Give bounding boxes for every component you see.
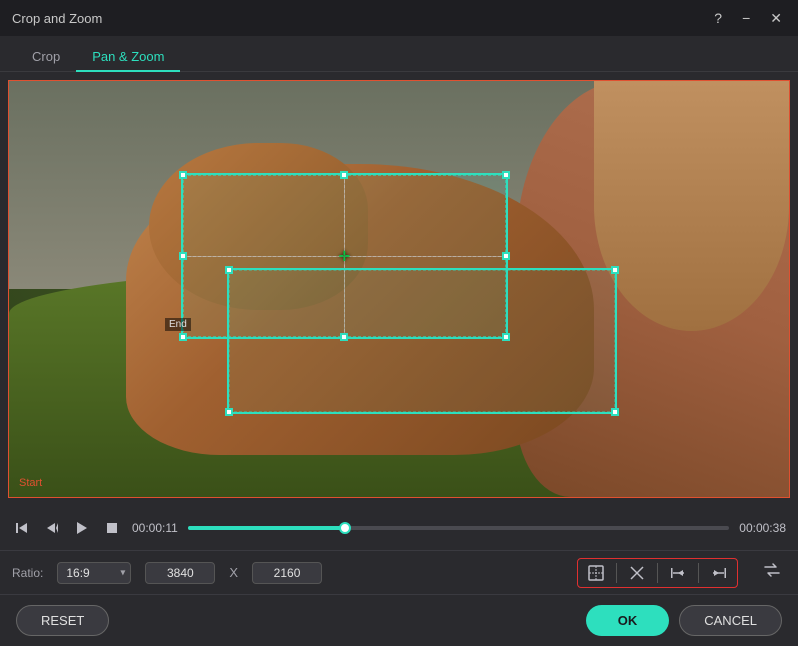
ratio-select[interactable]: 16:9 4:3 1:1 9:16 Custom [57, 562, 131, 584]
step-back-button[interactable] [42, 518, 62, 538]
btn-separator-1 [616, 563, 617, 583]
btn-separator-2 [657, 563, 658, 583]
stop-button[interactable] [102, 518, 122, 538]
tab-pan-zoom[interactable]: Pan & Zoom [76, 43, 180, 72]
close-button[interactable]: ✕ [766, 9, 786, 27]
cancel-button[interactable]: CANCEL [679, 605, 782, 636]
title-bar: Crop and Zoom ? − ✕ [0, 0, 798, 36]
handle-mid-right[interactable] [502, 252, 510, 260]
timeline-fill [188, 526, 345, 530]
skip-back-button[interactable] [12, 518, 32, 538]
current-time: 00:00:11 [132, 521, 178, 535]
window-title: Crop and Zoom [12, 11, 102, 26]
ok-button[interactable]: OK [586, 605, 670, 636]
end-handle-top-right[interactable] [611, 266, 619, 274]
bottom-bar: RESET OK CANCEL [0, 594, 798, 646]
handle-top-left[interactable] [179, 171, 187, 179]
end-handle-bottom-left[interactable] [225, 408, 233, 416]
end-time: 00:00:38 [739, 521, 786, 535]
btn-separator-3 [698, 563, 699, 583]
handle-mid-left[interactable] [179, 252, 187, 260]
window-controls: ? − ✕ [710, 9, 786, 27]
height-input[interactable] [252, 562, 322, 584]
alignment-buttons [577, 558, 738, 588]
dimension-separator: X [229, 565, 238, 580]
tab-crop[interactable]: Crop [16, 43, 76, 72]
play-button[interactable] [72, 518, 92, 538]
video-preview: ✛ Start End [8, 80, 790, 498]
playback-controls: 00:00:11 00:00:38 [0, 506, 798, 550]
center-crop-button[interactable] [580, 561, 612, 585]
timeline-thumb[interactable] [339, 522, 351, 534]
video-background: ✛ Start End [9, 81, 789, 497]
ratio-label: Ratio: [12, 566, 43, 580]
timeline-track[interactable] [188, 526, 729, 530]
minimize-button[interactable]: − [738, 9, 754, 27]
ratio-select-wrapper: 16:9 4:3 1:1 9:16 Custom [57, 562, 131, 584]
align-right-button[interactable] [703, 561, 735, 585]
scene-person-hair [594, 81, 789, 331]
help-button[interactable]: ? [710, 9, 726, 27]
handle-bottom-left[interactable] [179, 333, 187, 341]
move-icon: ✛ [339, 249, 351, 263]
end-label: End [165, 318, 191, 331]
handle-top-mid[interactable] [340, 171, 348, 179]
handle-top-right[interactable] [502, 171, 510, 179]
swap-button[interactable] [758, 556, 786, 589]
start-label: Start [19, 477, 42, 489]
end-handle-bottom-right[interactable] [611, 408, 619, 416]
options-bar: Ratio: 16:9 4:3 1:1 9:16 Custom X [0, 550, 798, 594]
zoom-box-end[interactable] [227, 268, 617, 414]
fill-button[interactable] [621, 561, 653, 585]
tabs-bar: Crop Pan & Zoom [0, 36, 798, 72]
action-buttons: OK CANCEL [586, 605, 782, 636]
reset-button[interactable]: RESET [16, 605, 109, 636]
align-left-button[interactable] [662, 561, 694, 585]
end-handle-top-left[interactable] [225, 266, 233, 274]
width-input[interactable] [145, 562, 215, 584]
